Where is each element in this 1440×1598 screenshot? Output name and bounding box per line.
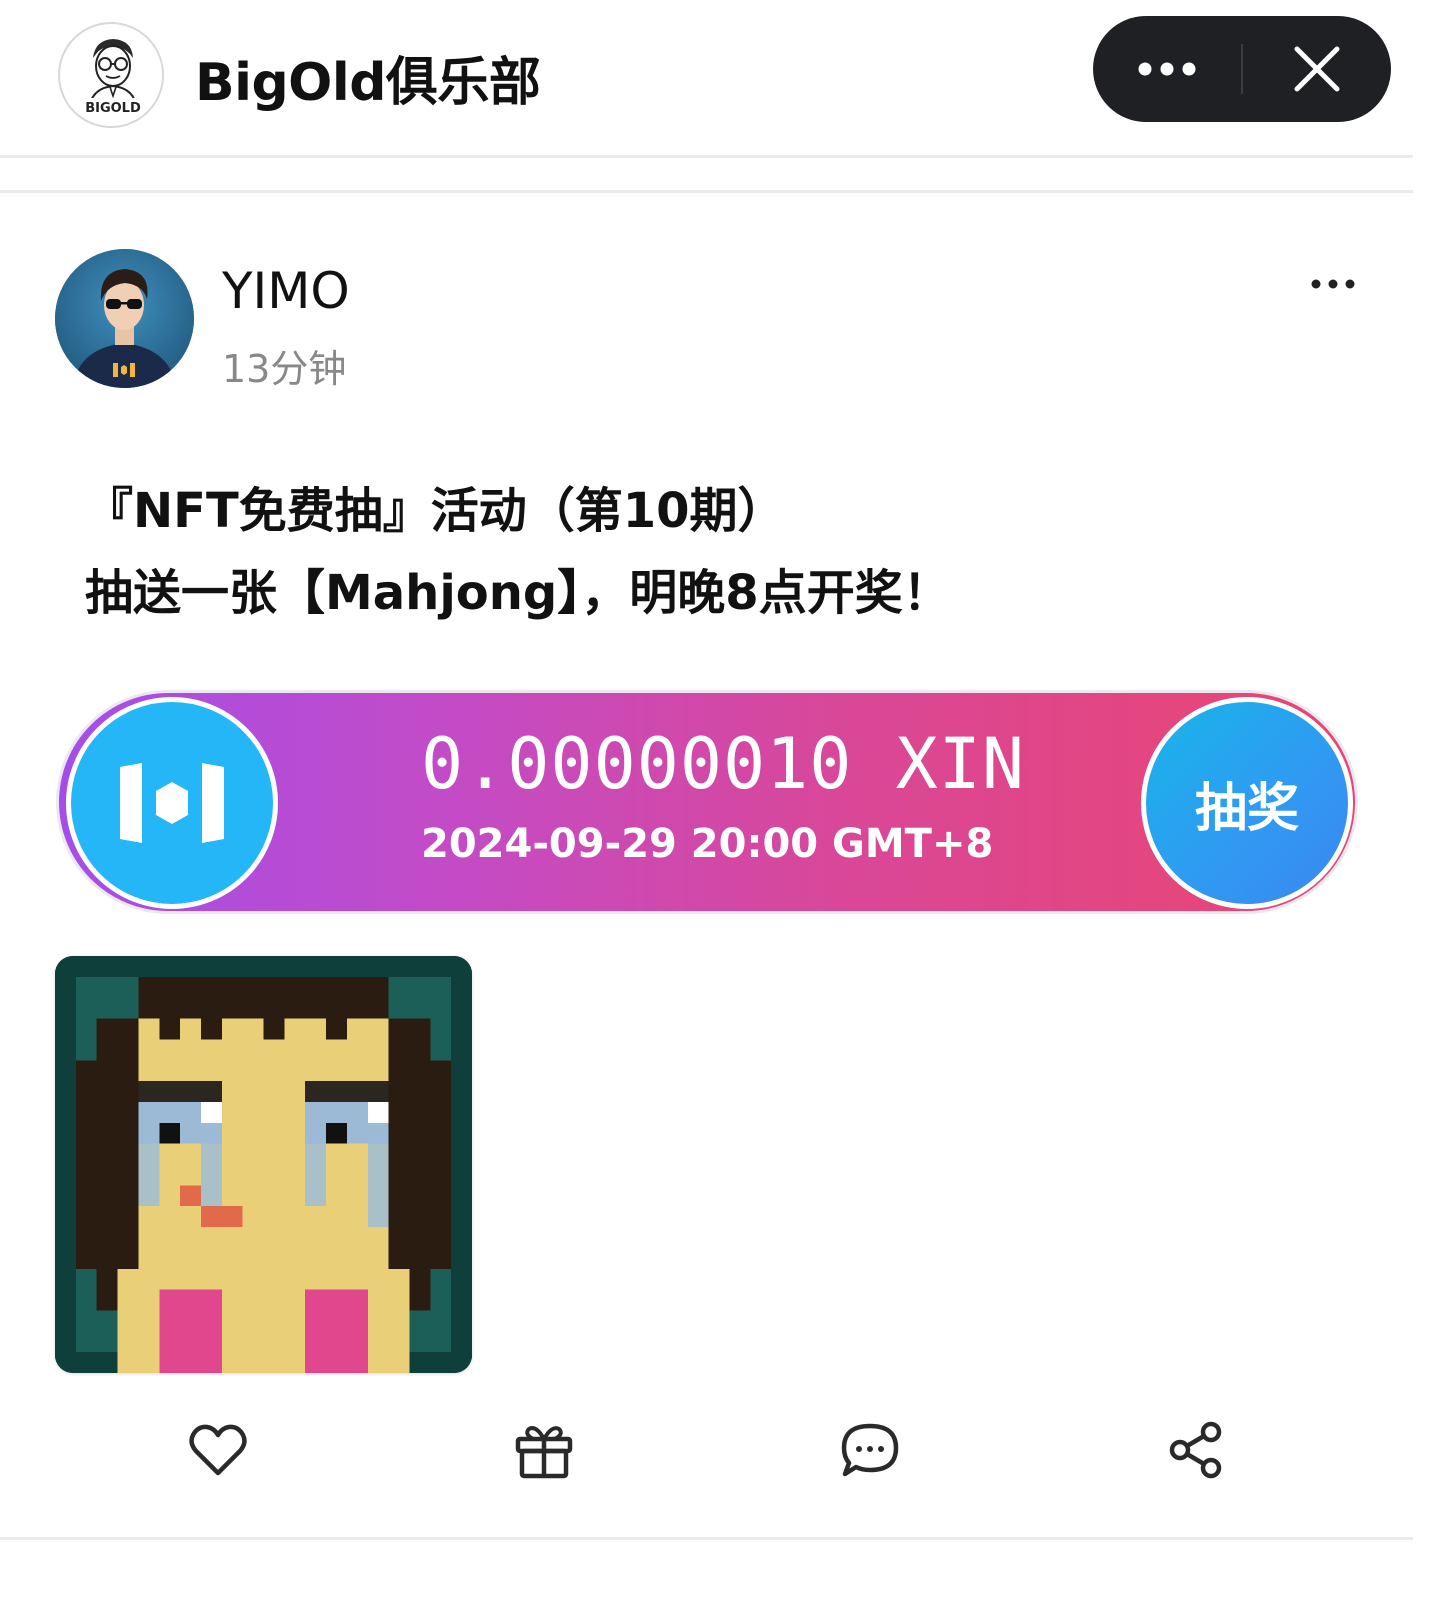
lottery-draw-time: 2024-09-29 20:00 GMT+8 <box>421 821 994 867</box>
heart-icon <box>189 1424 247 1476</box>
section-divider <box>0 190 1413 193</box>
club-title: BigOld俱乐部 <box>195 53 541 113</box>
nft-pixel-art <box>55 956 472 1373</box>
mixin-logo-badge <box>66 697 278 909</box>
footer-divider <box>0 1537 1413 1540</box>
capsule-more-button[interactable] <box>1093 16 1241 122</box>
top-bar: BIGOLD BigOld俱乐部 <box>0 0 1440 158</box>
club-avatar[interactable]: BIGOLD <box>58 22 164 128</box>
svg-text:BIGOLD: BIGOLD <box>85 101 141 116</box>
lottery-amount: 0.00000010 XIN <box>421 723 1026 805</box>
post-more-button[interactable] <box>1304 266 1362 302</box>
close-icon <box>1294 46 1340 92</box>
more-dots-icon <box>1311 279 1355 289</box>
lottery-card[interactable]: 0.00000010 XIN 2024-09-29 20:00 GMT+8 抽奖 <box>56 690 1358 914</box>
mixin-logo-icon <box>113 363 135 377</box>
author-name[interactable]: YIMO <box>222 262 350 320</box>
comment-icon <box>841 1423 899 1477</box>
like-button[interactable] <box>178 1410 258 1490</box>
post-text-line-2: 抽送一张【Mahjong】，明晚8点开奖！ <box>85 565 951 621</box>
gift-button[interactable] <box>504 1410 584 1490</box>
author-avatar[interactable] <box>55 249 194 388</box>
author-avatar-image <box>55 249 194 388</box>
post-time: 13分钟 <box>222 347 347 391</box>
club-logo: BIGOLD <box>61 25 162 126</box>
more-dots-icon <box>1138 62 1196 76</box>
share-icon <box>1169 1421 1222 1479</box>
lottery-draw-button[interactable]: 抽奖 <box>1141 697 1353 909</box>
nft-image[interactable] <box>55 956 472 1373</box>
share-button[interactable] <box>1157 1410 1237 1490</box>
gift-icon <box>515 1426 573 1479</box>
capsule-close-button[interactable] <box>1243 16 1391 122</box>
comment-button[interactable] <box>830 1410 910 1490</box>
mixin-logo-icon <box>120 763 224 843</box>
header-divider <box>0 155 1413 158</box>
post-text-line-1: 『NFT免费抽』活动（第10期） <box>85 483 786 539</box>
post-text: 『NFT免费抽』活动（第10期） 抽送一张【Mahjong】，明晚8点开奖！ <box>85 470 951 634</box>
mini-program-capsule <box>1093 16 1391 122</box>
